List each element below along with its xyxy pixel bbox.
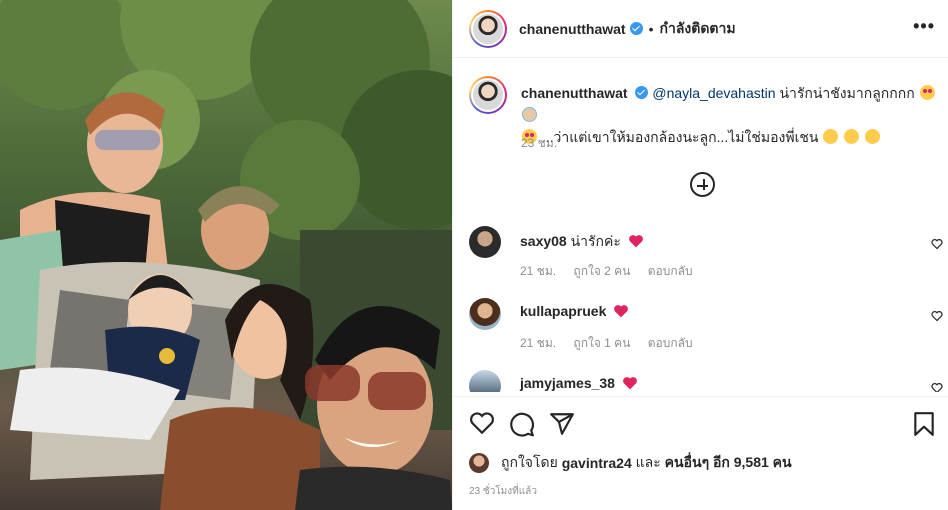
post-side-panel: chanenutthawat • กำลังติดตาม ••• chanenu… bbox=[452, 0, 948, 510]
comment-item: kullapapruek 21 ชม. ถูกใจ 1 คน ตอบกลับ bbox=[469, 298, 943, 358]
commenter-avatar[interactable] bbox=[469, 370, 501, 392]
caption-mention-link[interactable]: @nayla_devahastin bbox=[652, 85, 775, 101]
comment-item: jamyjames_38 bbox=[469, 370, 943, 392]
like-heart-icon[interactable] bbox=[469, 411, 495, 435]
commenter-avatar[interactable] bbox=[469, 226, 501, 258]
save-bookmark-icon[interactable] bbox=[913, 411, 935, 437]
caption-username[interactable]: chanenutthawat bbox=[521, 85, 628, 101]
likes-summary: ถูกใจโดย gavintra24 และ คนอื่นๆ อีก 9,58… bbox=[469, 452, 792, 474]
author-avatar[interactable] bbox=[469, 9, 507, 48]
baby-emoji-icon bbox=[522, 107, 537, 122]
heart-eyes-emoji-icon bbox=[919, 85, 935, 100]
liker-username[interactable]: gavintra24 bbox=[562, 455, 632, 471]
verified-badge-icon bbox=[635, 86, 649, 99]
follow-status-button[interactable]: กำลังติดตาม bbox=[659, 18, 735, 40]
grin-emoji-icon bbox=[823, 129, 839, 144]
comment-time[interactable]: 21 ชม. bbox=[520, 264, 556, 278]
post-header: chanenutthawat • กำลังติดตาม ••• bbox=[453, 0, 948, 58]
comment-time[interactable]: 21 ชม. bbox=[520, 336, 556, 350]
commenter-username[interactable]: saxy08 bbox=[520, 233, 567, 249]
commenter-username[interactable]: kullapapruek bbox=[520, 303, 606, 319]
like-comment-heart-icon[interactable] bbox=[931, 310, 943, 322]
like-comment-heart-icon[interactable] bbox=[931, 382, 943, 392]
comment-meta: 21 ชม. ถูกใจ 1 คน ตอบกลับ bbox=[520, 334, 707, 353]
likes-and: และ bbox=[635, 454, 661, 470]
post-photo[interactable] bbox=[0, 0, 452, 510]
squint-emoji-icon bbox=[844, 129, 860, 144]
instagram-post-view: chanenutthawat • กำลังติดตาม ••• chanenu… bbox=[0, 0, 948, 510]
post-actions-bar bbox=[453, 396, 948, 450]
comment-reply-button[interactable]: ตอบกลับ bbox=[648, 264, 693, 278]
share-direct-icon[interactable] bbox=[549, 411, 575, 437]
comment-text-line: kullapapruek bbox=[520, 303, 629, 319]
likes-prefix: ถูกใจโดย bbox=[501, 454, 558, 470]
more-options-icon[interactable]: ••• bbox=[913, 16, 935, 37]
separator-dot: • bbox=[648, 20, 654, 37]
comment-meta: 21 ชม. ถูกใจ 2 คน ตอบกลับ bbox=[520, 262, 707, 281]
comment-likes[interactable]: ถูกใจ 2 คน bbox=[573, 264, 630, 278]
smile-emoji-icon bbox=[865, 129, 881, 144]
like-comment-heart-icon[interactable] bbox=[931, 238, 943, 250]
red-heart-emoji-icon bbox=[628, 235, 643, 248]
comment-item: saxy08 น่ารักค่ะ 21 ชม. ถูกใจ 2 คน ตอบกล… bbox=[469, 226, 943, 286]
comment-likes[interactable]: ถูกใจ 1 คน bbox=[573, 336, 630, 350]
posted-time[interactable]: 23 ชั่วโมงที่แล้ว bbox=[469, 484, 537, 499]
likes-others-link[interactable]: คนอื่นๆ อีก 9,581 คน bbox=[665, 452, 792, 474]
comment-text-line: saxy08 น่ารักค่ะ bbox=[520, 231, 644, 253]
caption-text-1: น่ารักน่าชังมากลูกกกก bbox=[779, 85, 915, 101]
comments-list: saxy08 น่ารักค่ะ 21 ชม. ถูกใจ 2 คน ตอบกล… bbox=[469, 226, 943, 392]
liker-avatar[interactable] bbox=[469, 453, 489, 473]
comment-bubble-icon[interactable] bbox=[509, 411, 535, 437]
load-more-comments-icon[interactable] bbox=[690, 172, 715, 197]
verified-badge-icon bbox=[629, 22, 643, 35]
red-heart-emoji-icon bbox=[622, 377, 637, 390]
caption-time[interactable]: 23 ชม. bbox=[521, 134, 557, 153]
red-heart-emoji-icon bbox=[614, 305, 629, 318]
comment-text-line: jamyjames_38 bbox=[520, 375, 638, 391]
comment-reply-button[interactable]: ตอบกลับ bbox=[648, 336, 693, 350]
commenter-avatar[interactable] bbox=[469, 298, 501, 330]
caption-text-2: ...ว่าแต่เขาให้มองกล้องนะลูก...ไม่ใช่มอง… bbox=[541, 129, 819, 145]
comment-text: น่ารักค่ะ bbox=[570, 233, 621, 249]
commenter-username[interactable]: jamyjames_38 bbox=[520, 375, 615, 391]
caption-body: chanenutthawat @nayla_devahastin น่ารักน… bbox=[521, 82, 941, 148]
caption-author-avatar[interactable] bbox=[469, 76, 507, 114]
group-selfie-image bbox=[0, 0, 452, 510]
author-username[interactable]: chanenutthawat bbox=[519, 21, 626, 37]
